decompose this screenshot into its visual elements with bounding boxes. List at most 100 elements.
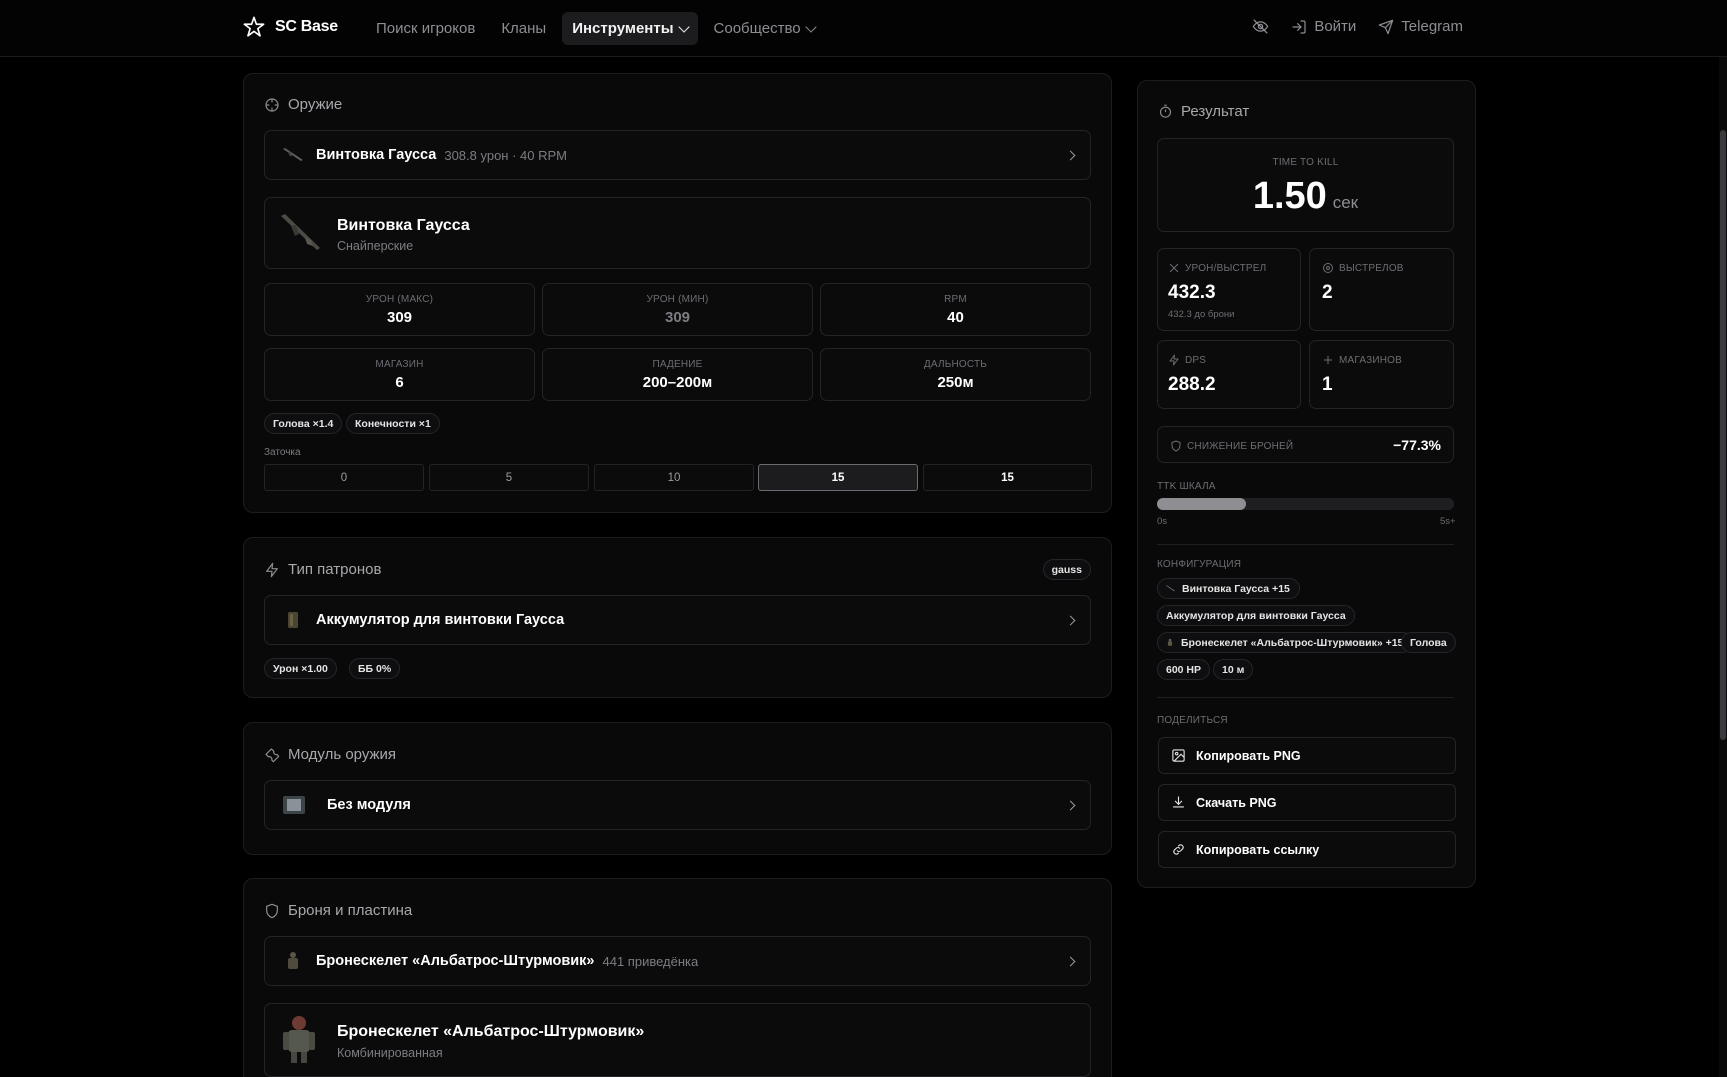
nav-community[interactable]: Сообщество bbox=[704, 12, 825, 45]
sharpen-option-0[interactable]: 0 bbox=[264, 464, 424, 491]
download-png-button[interactable]: Скачать PNG bbox=[1158, 784, 1456, 821]
top-header: SC Base Поиск игроков Кланы Инструменты … bbox=[0, 0, 1727, 57]
image-icon bbox=[1172, 749, 1185, 762]
armor-card: Броня и пластина Бронескелет «Альбатрос-… bbox=[243, 878, 1112, 1077]
weapon-select-name: Винтовка Гаусса bbox=[316, 147, 437, 163]
sharpen-option-15-selected[interactable]: 15 bbox=[758, 464, 918, 491]
module-select[interactable]: Без модуля bbox=[264, 780, 1091, 830]
damage-per-shot-box: УРОН/ВЫСТРЕЛ 432.3 432.3 до брони bbox=[1157, 248, 1301, 331]
magazines-value: 1 bbox=[1322, 374, 1333, 395]
lightning-icon bbox=[266, 562, 278, 577]
nav-player-search[interactable]: Поиск игроков bbox=[366, 12, 485, 45]
weapon-select[interactable]: Винтовка Гаусса 308.8 урон · 40 RPM bbox=[264, 130, 1091, 180]
config-chip-zone: Голова bbox=[1401, 632, 1456, 653]
copy-link-button[interactable]: Копировать ссылку bbox=[1158, 831, 1456, 868]
config-chip-weapon: Винтовка Гаусса +15 bbox=[1157, 578, 1300, 599]
ttk-scale-label: TTK ШКАЛА bbox=[1157, 481, 1216, 492]
nav-tools-label: Инструменты bbox=[572, 20, 674, 37]
nav-clans[interactable]: Кланы bbox=[491, 12, 556, 45]
magazines-label-text: МАГАЗИНОВ bbox=[1339, 354, 1403, 366]
chevron-right-icon bbox=[1065, 800, 1076, 810]
crosshair-icon bbox=[265, 97, 279, 112]
config-chip-distance: 10 м bbox=[1213, 659, 1254, 680]
ammo-damage-chip: Урон ×1.00 bbox=[264, 658, 337, 679]
weapon-card: Оружие Винтовка Гаусса 308.8 урон · 40 R… bbox=[243, 73, 1112, 513]
telegram-link[interactable]: Telegram bbox=[1378, 18, 1463, 35]
main-nav: Поиск игроков Кланы Инструменты Сообщест… bbox=[366, 12, 825, 45]
chevron-down-icon bbox=[677, 20, 690, 33]
copy-png-button[interactable]: Копировать PNG bbox=[1158, 737, 1456, 774]
sharpen-label: Заточка bbox=[264, 447, 301, 458]
visibility-toggle[interactable] bbox=[1252, 18, 1269, 35]
magazines-label: МАГАЗИНОВ bbox=[1322, 354, 1402, 366]
ttk-scale-track bbox=[1157, 498, 1454, 510]
ttk-value: 1.50 bbox=[1252, 175, 1327, 217]
ttk-readout: 1.50 сек bbox=[1158, 175, 1453, 218]
module-section-label: Модуль оружия bbox=[288, 746, 397, 763]
module-section-title: Модуль оружия bbox=[264, 746, 396, 763]
weapon-detail-category: Снайперские bbox=[337, 239, 414, 253]
stat-value: 200–200м bbox=[642, 374, 713, 391]
dps-value: 288.2 bbox=[1168, 374, 1216, 395]
config-chip-weapon-label: Винтовка Гаусса +15 bbox=[1182, 582, 1290, 595]
damage-per-shot-value: 432.3 bbox=[1168, 282, 1216, 303]
nav-tools[interactable]: Инструменты bbox=[562, 12, 698, 45]
ttk-scale-min: 0s bbox=[1157, 516, 1168, 527]
multiplier-chip-head: Голова ×1.4 bbox=[264, 413, 343, 434]
plus-icon bbox=[1324, 356, 1332, 364]
module-card: Модуль оружия Без модуля bbox=[243, 722, 1112, 855]
ammo-type-badge: gauss bbox=[1042, 559, 1091, 580]
armor-select-sub: 441 приведёнка bbox=[602, 953, 699, 969]
damage-per-shot-label: УРОН/ВЫСТРЕЛ bbox=[1168, 262, 1266, 274]
page-scrollbar[interactable] bbox=[1719, 57, 1727, 1077]
download-icon bbox=[1172, 796, 1185, 808]
link-icon bbox=[1173, 844, 1184, 855]
ammo-penetration-chip: ББ 0% bbox=[349, 658, 401, 679]
armor-image-icon bbox=[283, 1016, 315, 1063]
multiplier-chip-limbs: Конечности ×1 bbox=[346, 413, 440, 434]
ttk-scale-max: 5s+ bbox=[1440, 516, 1456, 527]
sharpen-option-10[interactable]: 10 bbox=[594, 464, 754, 491]
armor-detail-name: Бронескелет «Альбатрос-Штурмовик» bbox=[337, 1023, 645, 1040]
weapon-section-title: Оружие bbox=[264, 96, 342, 113]
config-chip-armor-label: Бронескелет «Альбатрос-Штурмовик» +15 bbox=[1181, 636, 1404, 649]
stat-value: 309 bbox=[664, 309, 691, 326]
stat-value: 250м bbox=[937, 374, 974, 391]
sharpen-option-5[interactable]: 5 bbox=[429, 464, 589, 491]
sharpen-value-input[interactable]: 15 bbox=[923, 464, 1092, 491]
header-actions: Войти Telegram bbox=[1252, 18, 1463, 35]
damage-label-text: УРОН/ВЫСТРЕЛ bbox=[1185, 262, 1267, 274]
login-link[interactable]: Войти bbox=[1291, 18, 1356, 35]
ammo-select[interactable]: Аккумулятор для винтовки Гаусса bbox=[264, 595, 1091, 645]
stat-label: RPM bbox=[944, 294, 967, 305]
armor-section-label: Броня и пластина bbox=[288, 902, 413, 919]
ammo-card: Тип патронов gauss Аккумулятор для винто… bbox=[243, 537, 1112, 698]
copy-png-label: Копировать PNG bbox=[1196, 748, 1301, 763]
armor-select[interactable]: Бронескелет «Альбатрос-Штурмовик» 441 пр… bbox=[264, 936, 1091, 986]
logo-text: SC Base bbox=[275, 18, 338, 35]
rifle-thumbnail-icon bbox=[283, 148, 303, 161]
divider bbox=[1157, 697, 1454, 698]
logo[interactable]: SC Base bbox=[243, 16, 338, 38]
scrollbar-thumb[interactable] bbox=[1720, 130, 1726, 740]
login-icon bbox=[1292, 19, 1306, 34]
stat-value: 40 bbox=[947, 309, 964, 326]
rifle-image-icon bbox=[281, 214, 320, 250]
crossed-swords-icon bbox=[1169, 263, 1179, 273]
shield-icon bbox=[1171, 440, 1181, 452]
armor-reduction-label-text: СНИЖЕНИЕ БРОНЕЙ bbox=[1187, 440, 1294, 452]
shots-label-text: ВЫСТРЕЛОВ bbox=[1339, 262, 1404, 274]
weapon-detail-name: Винтовка Гаусса bbox=[337, 217, 470, 234]
chevron-right-icon bbox=[1065, 615, 1076, 625]
lightning-icon bbox=[1169, 354, 1179, 366]
weapon-detail: Винтовка Гаусса Снайперские bbox=[264, 197, 1091, 269]
shots-value: 2 bbox=[1322, 282, 1333, 303]
armor-mini-icon bbox=[1167, 638, 1173, 646]
armor-detail: Бронескелет «Альбатрос-Штурмовик» Комбин… bbox=[264, 1003, 1091, 1077]
shots-box: ВЫСТРЕЛОВ 2 bbox=[1309, 248, 1454, 331]
config-label: КОНФИГУРАЦИЯ bbox=[1157, 559, 1242, 570]
chevron-right-icon bbox=[1065, 150, 1076, 160]
armor-select-name: Бронескелет «Альбатрос-Штурмовик» bbox=[316, 953, 595, 969]
weapon-section-label: Оружие bbox=[288, 96, 343, 113]
result-title-label: Результат bbox=[1181, 103, 1250, 120]
